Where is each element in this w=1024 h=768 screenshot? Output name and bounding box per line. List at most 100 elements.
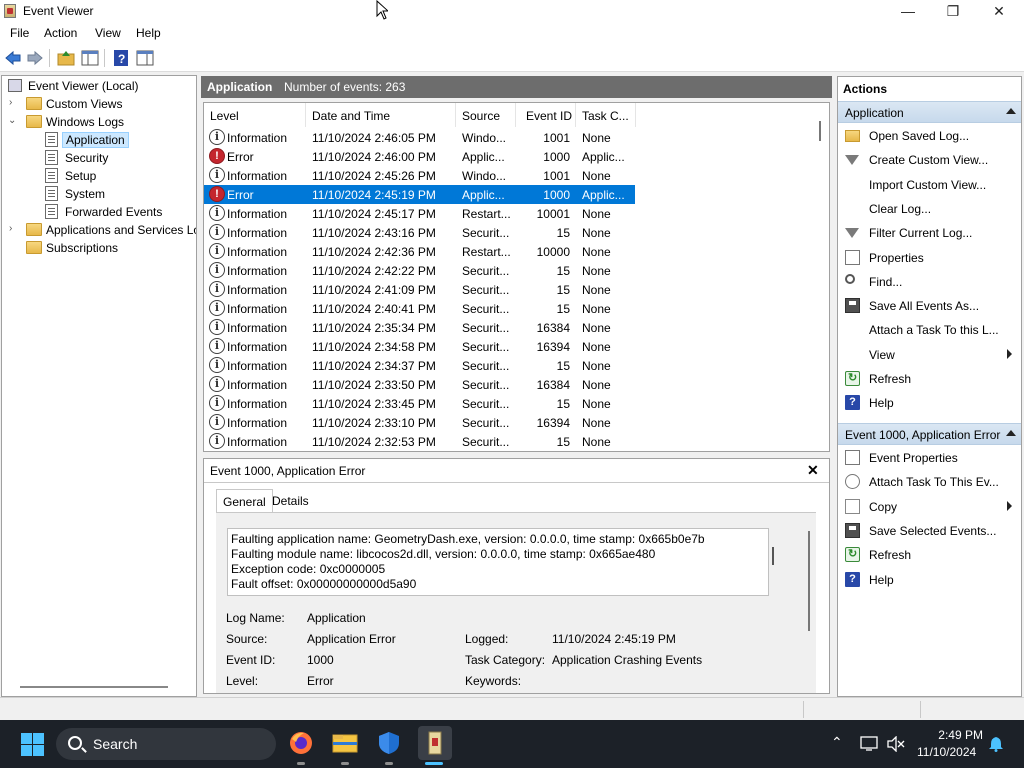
action-label: Attach a Task To this L... <box>869 323 999 338</box>
event-id-cell: 16394 <box>536 340 570 354</box>
log-icon <box>45 204 58 219</box>
table-row[interactable]: i Information 11/10/2024 2:34:58 PM Securit… <box>204 337 635 356</box>
action-item[interactable]: Save Selected Events... <box>838 521 1021 541</box>
column-header-level[interactable]: Level <box>204 103 306 127</box>
table-row[interactable]: i Information 11/10/2024 2:32:53 PM Securit… <box>204 432 635 451</box>
chevron-right-icon[interactable]: › <box>9 98 19 108</box>
level-cell: Information <box>227 397 288 411</box>
panel-vertical-scrollbar[interactable] <box>808 531 810 631</box>
start-button[interactable] <box>21 733 44 756</box>
tab-general[interactable]: General <box>216 489 273 513</box>
notification-bell-icon[interactable] <box>988 736 1004 755</box>
collapse-icon[interactable] <box>1006 108 1016 114</box>
action-item[interactable]: Attach a Task To this L... <box>838 320 1021 340</box>
event-detail-pane: Event 1000, Application Error ✕ General … <box>203 458 830 694</box>
table-row[interactable]: i Information 11/10/2024 2:40:41 PM Securit… <box>204 299 635 318</box>
actions-section-application[interactable]: Application <box>838 101 1021 123</box>
table-row[interactable]: i Information 11/10/2024 2:42:22 PM Securit… <box>204 261 635 280</box>
close-button[interactable]: ✕ <box>976 0 1022 22</box>
firefox-icon[interactable] <box>288 730 314 756</box>
action-item[interactable]: Event Properties <box>838 448 1021 468</box>
table-row[interactable]: i Information 11/10/2024 2:42:36 PM Restart… <box>204 242 635 261</box>
action-item[interactable]: Create Custom View... <box>838 150 1021 170</box>
action-item[interactable]: Refresh <box>838 369 1021 389</box>
display-icon[interactable] <box>860 736 878 755</box>
level-cell: Information <box>227 169 288 183</box>
tree-windows-logs-label: Windows Logs <box>46 115 125 129</box>
table-row[interactable]: i Information 11/10/2024 2:45:26 PM Windo..… <box>204 166 635 185</box>
chevron-up-icon[interactable]: ⌃ <box>831 734 843 751</box>
date-cell: 11/10/2024 2:41:09 PM <box>312 283 436 297</box>
windows-security-icon[interactable] <box>376 730 402 756</box>
action-item[interactable]: Properties <box>838 248 1021 268</box>
close-icon[interactable]: ✕ <box>807 462 819 479</box>
show-hide-action-pane-icon[interactable] <box>136 49 154 67</box>
action-item[interactable]: Save All Events As... <box>838 296 1021 316</box>
table-row[interactable]: i Information 11/10/2024 2:34:37 PM Securit… <box>204 356 635 375</box>
clock-date[interactable]: 11/10/2024 <box>917 745 976 759</box>
list-vertical-scrollbar[interactable] <box>819 121 821 141</box>
action-item[interactable]: ? Help <box>838 570 1021 590</box>
description-scrollbar[interactable] <box>772 547 774 565</box>
help-icon[interactable]: ? <box>112 49 130 67</box>
column-header-task-category[interactable]: Task C... <box>576 103 636 127</box>
column-header-date[interactable]: Date and Time <box>306 103 456 127</box>
up-folder-icon[interactable] <box>57 49 75 67</box>
file-explorer-icon[interactable] <box>332 730 358 756</box>
tree-horizontal-scrollbar[interactable] <box>20 686 168 688</box>
source-cell: Applic... <box>462 188 505 202</box>
menu-view[interactable]: View <box>95 26 121 40</box>
task-category-cell: None <box>582 131 611 145</box>
table-row[interactable]: i Information 11/10/2024 2:46:05 PM Windo..… <box>204 128 635 147</box>
restore-button[interactable]: ❐ <box>930 0 976 22</box>
table-row[interactable]: i Information 11/10/2024 2:33:10 PM Securit… <box>204 413 635 432</box>
task-category-cell: Applic... <box>582 150 625 164</box>
date-cell: 11/10/2024 2:35:34 PM <box>312 321 436 335</box>
level-cell: Information <box>227 340 288 354</box>
table-row[interactable]: i Information 11/10/2024 2:41:09 PM Securit… <box>204 280 635 299</box>
action-item[interactable]: Clear Log... <box>838 199 1021 219</box>
folder-icon <box>26 97 42 110</box>
action-item[interactable]: Import Custom View... <box>838 175 1021 195</box>
action-item[interactable]: Open Saved Log... <box>838 126 1021 146</box>
action-item[interactable]: Copy <box>838 497 1021 517</box>
event-viewer-taskbar-icon[interactable] <box>418 726 452 760</box>
menu-help[interactable]: Help <box>136 26 161 40</box>
menu-action[interactable]: Action <box>44 26 77 40</box>
source-cell: Securit... <box>462 321 510 335</box>
event-description[interactable]: Faulting application name: GeometryDash.… <box>227 528 774 596</box>
show-hide-console-tree-icon[interactable] <box>81 49 99 67</box>
action-item[interactable]: Find... <box>838 272 1021 292</box>
volume-muted-icon[interactable] <box>887 735 905 755</box>
column-header-source[interactable]: Source <box>456 103 516 127</box>
action-item[interactable]: Attach Task To This Ev... <box>838 472 1021 492</box>
column-header-label: Source <box>462 109 501 123</box>
actions-section-event[interactable]: Event 1000, Application Error <box>838 423 1021 445</box>
log-icon <box>45 186 58 201</box>
logged-value: 11/10/2024 2:45:19 PM <box>552 632 676 646</box>
table-row[interactable]: i Information 11/10/2024 2:45:17 PM Restart… <box>204 204 635 223</box>
table-row[interactable]: i Information 11/10/2024 2:35:34 PM Securit… <box>204 318 635 337</box>
action-item[interactable]: ? Help <box>838 393 1021 413</box>
chevron-down-icon[interactable]: ⌄ <box>8 116 18 126</box>
column-header-event-id[interactable]: Event ID <box>516 103 576 127</box>
collapse-icon[interactable] <box>1006 430 1016 436</box>
table-row[interactable]: i Information 11/10/2024 2:33:45 PM Securit… <box>204 394 635 413</box>
chevron-right-icon[interactable]: › <box>9 224 19 234</box>
table-row[interactable]: ! Error 11/10/2024 2:46:00 PM Applic... 1000… <box>204 147 635 166</box>
table-row[interactable]: i Information 11/10/2024 2:33:50 PM Securit… <box>204 375 635 394</box>
menu-file[interactable]: File <box>10 26 29 40</box>
folder-icon <box>845 130 860 142</box>
tab-details[interactable]: Details <box>266 489 315 513</box>
table-row[interactable]: ! Error 11/10/2024 2:45:19 PM Applic... 1000… <box>204 185 635 204</box>
clock-time[interactable]: 2:49 PM <box>933 728 983 742</box>
action-item[interactable]: View <box>838 345 1021 365</box>
table-row[interactable]: i Information 11/10/2024 2:43:16 PM Securit… <box>204 223 635 242</box>
back-arrow-icon[interactable] <box>4 49 22 67</box>
taskbar-search[interactable]: Search <box>56 728 276 760</box>
minimize-button[interactable]: — <box>885 0 931 22</box>
action-item[interactable]: Filter Current Log... <box>838 223 1021 243</box>
forward-arrow-icon[interactable] <box>26 49 44 67</box>
action-item[interactable]: Refresh <box>838 545 1021 565</box>
help-icon: ? <box>845 571 860 587</box>
